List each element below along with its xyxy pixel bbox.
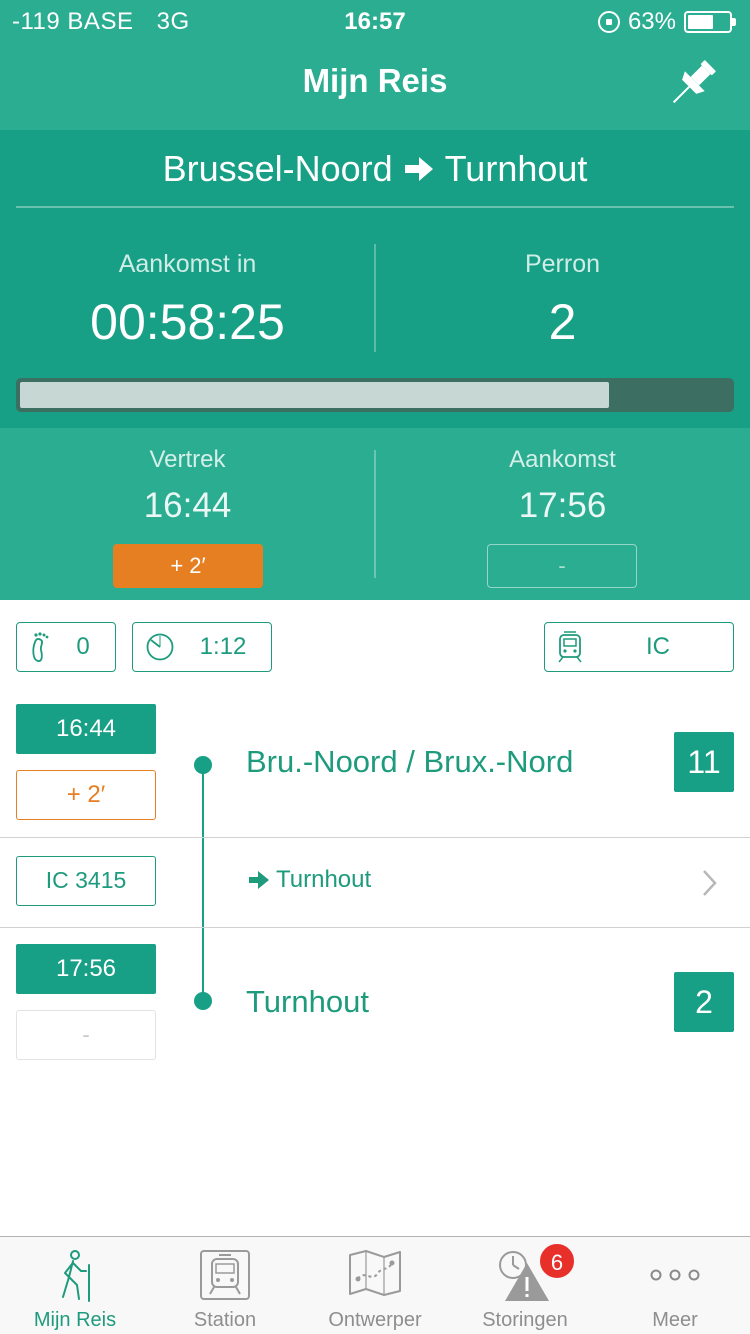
tab-label: Mijn Reis — [33, 1309, 117, 1331]
stopwatch-icon — [146, 633, 174, 661]
departure-delay-badge: + 2′ — [113, 544, 263, 588]
origin-delay: + 2′ — [16, 770, 156, 820]
chevron-right-icon[interactable] — [700, 868, 720, 898]
tab-label: Storingen — [482, 1309, 568, 1331]
more-icon — [650, 1269, 700, 1281]
arrival-delay-badge: - — [487, 544, 637, 588]
page-title: Mijn Reis — [302, 62, 448, 99]
destination-delay: - — [16, 1010, 156, 1060]
departure-time: 16:44 — [143, 486, 232, 525]
arrival-block: Aankomst 17:56 — [375, 446, 750, 526]
hiker-icon — [62, 1250, 90, 1302]
duration-value: 1:12 — [199, 633, 247, 660]
destination-station-name[interactable]: Turnhout — [246, 984, 369, 1020]
divider — [0, 927, 750, 928]
arrow-right-icon — [249, 871, 269, 889]
tab-station[interactable]: Station — [150, 1237, 300, 1334]
navigation-bar: -119 BASE 3G 16:57 63% Mijn Reis — [0, 0, 750, 130]
departure-label: Vertrek — [149, 446, 226, 473]
tab-ontwerper[interactable]: Ontwerper — [300, 1237, 450, 1334]
train-direction-row[interactable]: Turnhout — [248, 866, 371, 894]
rotation-lock-icon — [597, 11, 620, 33]
countdown-label: Aankomst in — [118, 250, 257, 278]
status-bar: -119 BASE 3G 16:57 63% — [0, 0, 750, 40]
origin-stop-marker — [194, 756, 212, 774]
platform-value: 2 — [548, 294, 577, 350]
tab-bar: Mijn Reis Station Ontwerper Storingen Me… — [0, 1236, 750, 1334]
tab-storingen[interactable]: Storingen — [450, 1237, 600, 1334]
progress-fill — [20, 382, 610, 408]
route-title: Brussel-Noord Turnhout — [0, 148, 750, 190]
route-from: Brussel-Noord — [162, 148, 393, 189]
platform-block: Perron 2 — [375, 250, 750, 351]
platform-label: Perron — [524, 250, 601, 278]
transfers-chip: 0 — [16, 622, 116, 672]
tab-meer[interactable]: Meer — [600, 1237, 750, 1334]
route-to: Turnhout — [444, 148, 588, 189]
pin-icon — [672, 60, 716, 104]
origin-station-name[interactable]: Bru.-Noord / Brux.-Nord — [246, 744, 573, 780]
tab-label: Station — [193, 1309, 257, 1331]
destination-stop-marker — [194, 992, 212, 1010]
footprint-icon — [32, 632, 49, 662]
map-icon — [349, 1250, 401, 1296]
battery-icon — [684, 11, 736, 33]
destination-platform-badge: 2 — [674, 972, 734, 1032]
origin-platform-badge: 11 — [674, 732, 734, 792]
times-block: Vertrek 16:44 + 2′ Aankomst 17:56 - — [0, 428, 750, 600]
departure-block: Vertrek 16:44 — [0, 446, 375, 526]
destination-time: 17:56 — [16, 944, 156, 994]
pin-button[interactable] — [662, 54, 722, 114]
countdown-value: 00:58:25 — [90, 294, 285, 350]
journey-timeline — [202, 764, 204, 1002]
journey-progress-bar — [16, 378, 734, 412]
train-number: IC 3415 — [16, 856, 156, 906]
tab-label: Ontwerper — [328, 1309, 422, 1331]
divider — [0, 837, 750, 838]
tab-label: Meer — [652, 1309, 698, 1331]
divider — [16, 206, 734, 208]
arrow-right-icon — [404, 157, 433, 181]
train-type-value: IC — [646, 633, 670, 660]
train-icon — [558, 631, 582, 663]
origin-time: 16:44 — [16, 704, 156, 754]
train-direction: Turnhout — [276, 866, 372, 893]
train-icon — [200, 1250, 250, 1300]
notification-badge: 6 — [538, 1242, 576, 1280]
status-right: 63% — [597, 8, 736, 36]
transfers-value: 0 — [76, 633, 90, 660]
journey-header: -119 BASE 3G 16:57 63% Mijn Reis Brussel… — [0, 0, 750, 600]
tab-mijn-reis[interactable]: Mijn Reis — [0, 1237, 150, 1334]
duration-chip: 1:12 — [132, 622, 272, 672]
battery-percent: 63% — [627, 8, 676, 35]
train-type-chip: IC — [544, 622, 734, 672]
countdown-block: Aankomst in 00:58:25 — [0, 250, 375, 351]
arrival-label: Aankomst — [509, 446, 616, 473]
arrival-time: 17:56 — [518, 486, 607, 525]
